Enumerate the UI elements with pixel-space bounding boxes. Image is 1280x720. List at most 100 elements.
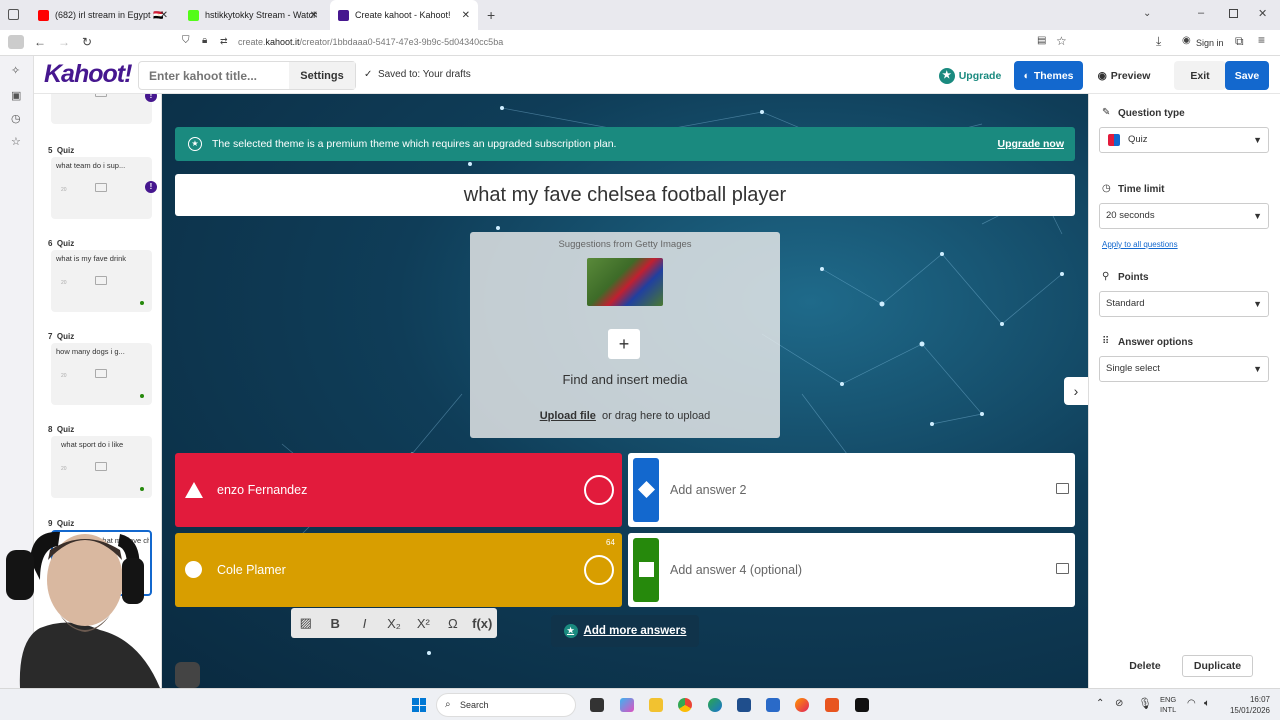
app-icon[interactable] <box>766 698 780 712</box>
kahoot-logo[interactable]: Kahoot! <box>44 60 132 89</box>
subscript-button[interactable]: X₂ <box>379 616 408 631</box>
question-title-input[interactable]: what my fave chelsea football player <box>175 174 1075 216</box>
sync-tabs-icon[interactable]: ▣ <box>11 89 21 102</box>
correct-answer-toggle[interactable] <box>584 555 614 585</box>
url-bar[interactable]: create.kahoot.it/creator/1bbdaaa0-5417-4… <box>238 37 503 47</box>
chevron-up-icon[interactable]: ⌃ <box>1096 698 1104 709</box>
triangle-icon <box>185 482 203 498</box>
slide-card[interactable]: how many dogs i g... 20 <box>51 343 152 405</box>
answer-2[interactable]: Add answer 2 <box>628 453 1075 527</box>
duplicate-button[interactable]: Duplicate <box>1182 655 1253 677</box>
upgrade-label: Upgrade <box>958 69 1002 82</box>
edge-icon[interactable] <box>708 698 722 712</box>
themes-button[interactable]: ◐ Themes <box>1014 61 1083 90</box>
close-tab-icon[interactable]: ✕ <box>310 10 318 21</box>
chevron-right-icon[interactable]: › <box>1064 377 1088 405</box>
correct-answer-toggle[interactable] <box>584 475 614 505</box>
permissions-icon[interactable]: ⇄ <box>220 36 228 47</box>
time-limit-select[interactable]: 20 seconds ▼ <box>1099 203 1269 229</box>
windows-start-icon[interactable] <box>412 698 426 712</box>
account-icon[interactable]: ◉ <box>1182 35 1191 46</box>
app-icon[interactable] <box>825 698 839 712</box>
bold-button[interactable]: B <box>320 616 349 631</box>
ai-sparkle-icon[interactable]: ✧ <box>11 64 20 77</box>
equation-button[interactable]: f(x) <box>468 616 497 631</box>
wifi-icon[interactable]: ◠ <box>1187 698 1196 709</box>
add-more-answers-button[interactable]: ★ Add more answers <box>551 615 699 647</box>
network-icon[interactable]: ⊘ <box>1115 698 1123 709</box>
back-icon[interactable]: ← <box>34 35 46 49</box>
suggested-image-thumbnail[interactable] <box>587 258 663 306</box>
upgrade-button[interactable]: ★ Upgrade <box>936 61 1004 90</box>
history-icon[interactable]: ◷ <box>11 112 21 125</box>
maximize-icon[interactable] <box>1229 9 1238 18</box>
menu-icon[interactable]: ≡ <box>1258 33 1265 47</box>
slide-card[interactable]: what is my fave drink 20 <box>51 250 152 312</box>
store-icon[interactable] <box>737 698 751 712</box>
slide-question: how many dogs i g... <box>56 347 125 356</box>
tab-list-icon[interactable] <box>8 9 19 20</box>
bookmarks-icon[interactable]: ☆ <box>11 135 21 148</box>
shield-icon[interactable]: ⛉ <box>182 35 190 46</box>
tab-kahoot[interactable]: Create kahoot - Kahoot! ✕ <box>330 0 478 30</box>
bookmark-star-icon[interactable]: ☆ <box>1056 34 1067 48</box>
microphone-icon[interactable]: 🎙︎ <box>1138 697 1152 710</box>
answer-3[interactable]: Cole Plamer 64 <box>175 533 622 607</box>
reload-icon[interactable]: ↻ <box>82 35 92 49</box>
chrome-icon[interactable] <box>678 698 692 712</box>
image-icon[interactable] <box>1056 483 1069 494</box>
question-type-select[interactable]: Quiz ▼ <box>1099 127 1269 153</box>
insert-image-icon[interactable]: ▨ <box>291 615 320 631</box>
exit-button[interactable]: Exit <box>1174 61 1226 90</box>
sidebar-toggle-icon[interactable] <box>8 35 24 49</box>
forward-icon[interactable]: → <box>58 35 70 49</box>
minimize-icon[interactable]: – <box>1198 7 1204 19</box>
new-tab-icon[interactable]: + <box>487 7 495 23</box>
saved-status: ✓ Saved to: Your drafts <box>364 69 471 80</box>
close-tab-icon[interactable]: ✕ <box>160 10 168 21</box>
slide-card[interactable]: what sport do i like 20 <box>51 436 152 498</box>
answer-1[interactable]: enzo Fernandez <box>175 453 622 527</box>
slide-card[interactable] <box>51 94 152 124</box>
language-indicator[interactable]: ENG INTL <box>1160 695 1176 715</box>
italic-button[interactable]: I <box>350 616 379 631</box>
volume-icon[interactable]: 🔈︎ <box>1204 698 1210 709</box>
save-button[interactable]: Save <box>1225 61 1269 90</box>
status-dot <box>140 487 144 491</box>
image-placeholder-icon <box>95 94 107 97</box>
tab-kick[interactable]: hstikkytokky Stream - Watch Li ✕ <box>180 0 326 30</box>
points-select[interactable]: Standard ▼ <box>1099 291 1269 317</box>
settings-button[interactable]: Settings <box>289 62 355 89</box>
delete-button[interactable]: Delete <box>1117 655 1173 677</box>
superscript-button[interactable]: X² <box>409 616 438 631</box>
obs-icon[interactable] <box>855 698 869 712</box>
upgrade-now-link[interactable]: Upgrade now <box>997 138 1064 150</box>
answer-4[interactable]: Add answer 4 (optional) <box>628 533 1075 607</box>
clock[interactable]: 16:07 15/01/2026 <box>1218 694 1270 716</box>
download-icon[interactable]: ⤓ <box>1156 34 1161 49</box>
special-chars-button[interactable]: Ω <box>438 616 467 631</box>
extensions-icon[interactable]: ⧉ <box>1235 34 1244 49</box>
taskbar-search[interactable]: ⌕ Search <box>436 693 576 717</box>
answer-options-select[interactable]: Single select ▼ <box>1099 356 1269 382</box>
lock-icon[interactable]: 🔒︎ <box>202 35 207 46</box>
reader-icon[interactable]: ▤ <box>1037 35 1046 46</box>
close-window-icon[interactable]: ✕ <box>1258 7 1267 20</box>
image-icon[interactable] <box>1056 563 1069 574</box>
media-upload-area[interactable]: Suggestions from Getty Images + Find and… <box>470 232 780 438</box>
close-tab-icon[interactable]: ✕ <box>462 10 470 21</box>
kahoot-title-input[interactable] <box>149 69 289 83</box>
apply-to-all-link[interactable]: Apply to all questions <box>1102 240 1178 249</box>
slide-card[interactable]: what team do i sup... 20 <box>51 157 152 219</box>
firefox-icon[interactable] <box>795 698 809 712</box>
copilot-icon[interactable] <box>620 698 634 712</box>
upload-file-link[interactable]: Upload file <box>540 410 596 422</box>
add-media-button[interactable]: + <box>608 329 640 359</box>
chevron-down-icon[interactable]: ⌄ <box>1143 8 1151 19</box>
tab-youtube[interactable]: (682) irl stream in Egypt 🇪🇬 ✕ <box>30 0 176 30</box>
task-view-icon[interactable] <box>590 698 604 712</box>
chevron-down-icon: ▼ <box>1253 364 1262 374</box>
file-explorer-icon[interactable] <box>649 698 663 712</box>
sign-in-link[interactable]: Sign in <box>1196 38 1224 48</box>
preview-button[interactable]: ◉ Preview <box>1090 61 1158 90</box>
